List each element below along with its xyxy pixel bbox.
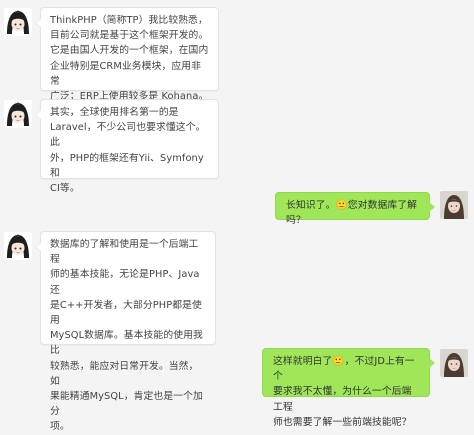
anime-girl-avatar-icon[interactable] bbox=[4, 100, 32, 128]
message-bubble-outgoing: 长知识了。🙂您对数据库了解吗？ bbox=[275, 192, 435, 226]
anime-girl-avatar-icon[interactable] bbox=[4, 8, 32, 36]
anime-girl-avatar-icon[interactable] bbox=[4, 232, 32, 260]
message-text: 数据库的了解和使用是一个后端工程 师的基本技能，无论是PHP、Java还 是C+… bbox=[50, 239, 203, 433]
message-text: 长知识了。🙂您对数据库了解吗？ bbox=[286, 200, 418, 227]
user-photo-avatar-icon[interactable] bbox=[440, 191, 468, 219]
message-bubble-incoming: 数据库的了解和使用是一个后端工程 师的基本技能，无论是PHP、Java还 是C+… bbox=[35, 231, 216, 432]
message-text: ThinkPHP（简称TP）我比较熟悉， 目前公司就是基于这个框架开发的。 它是… bbox=[50, 15, 209, 103]
message-bubble-incoming: ThinkPHP（简称TP）我比较熟悉， 目前公司就是基于这个框架开发的。 它是… bbox=[35, 7, 219, 102]
user-photo-avatar-icon[interactable] bbox=[440, 349, 468, 377]
message-text: 其实，全球使用排名第一的是 Laravel，不少公司也要求懂这个。此 外，PHP… bbox=[50, 107, 206, 195]
message-text: 这样就明白了🙂，不过JD上有一个 要求我不太懂，为什么一个后端工程 师也需要了解… bbox=[273, 356, 415, 428]
message-bubble-outgoing: 这样就明白了🙂，不过JD上有一个 要求我不太懂，为什么一个后端工程 师也需要了解… bbox=[262, 348, 435, 428]
message-bubble-incoming: 其实，全球使用排名第一的是 Laravel，不少公司也要求懂这个。此 外，PHP… bbox=[35, 99, 219, 194]
chat-window: ThinkPHP（简称TP）我比较熟悉， 目前公司就是基于这个框架开发的。 它是… bbox=[0, 0, 474, 432]
